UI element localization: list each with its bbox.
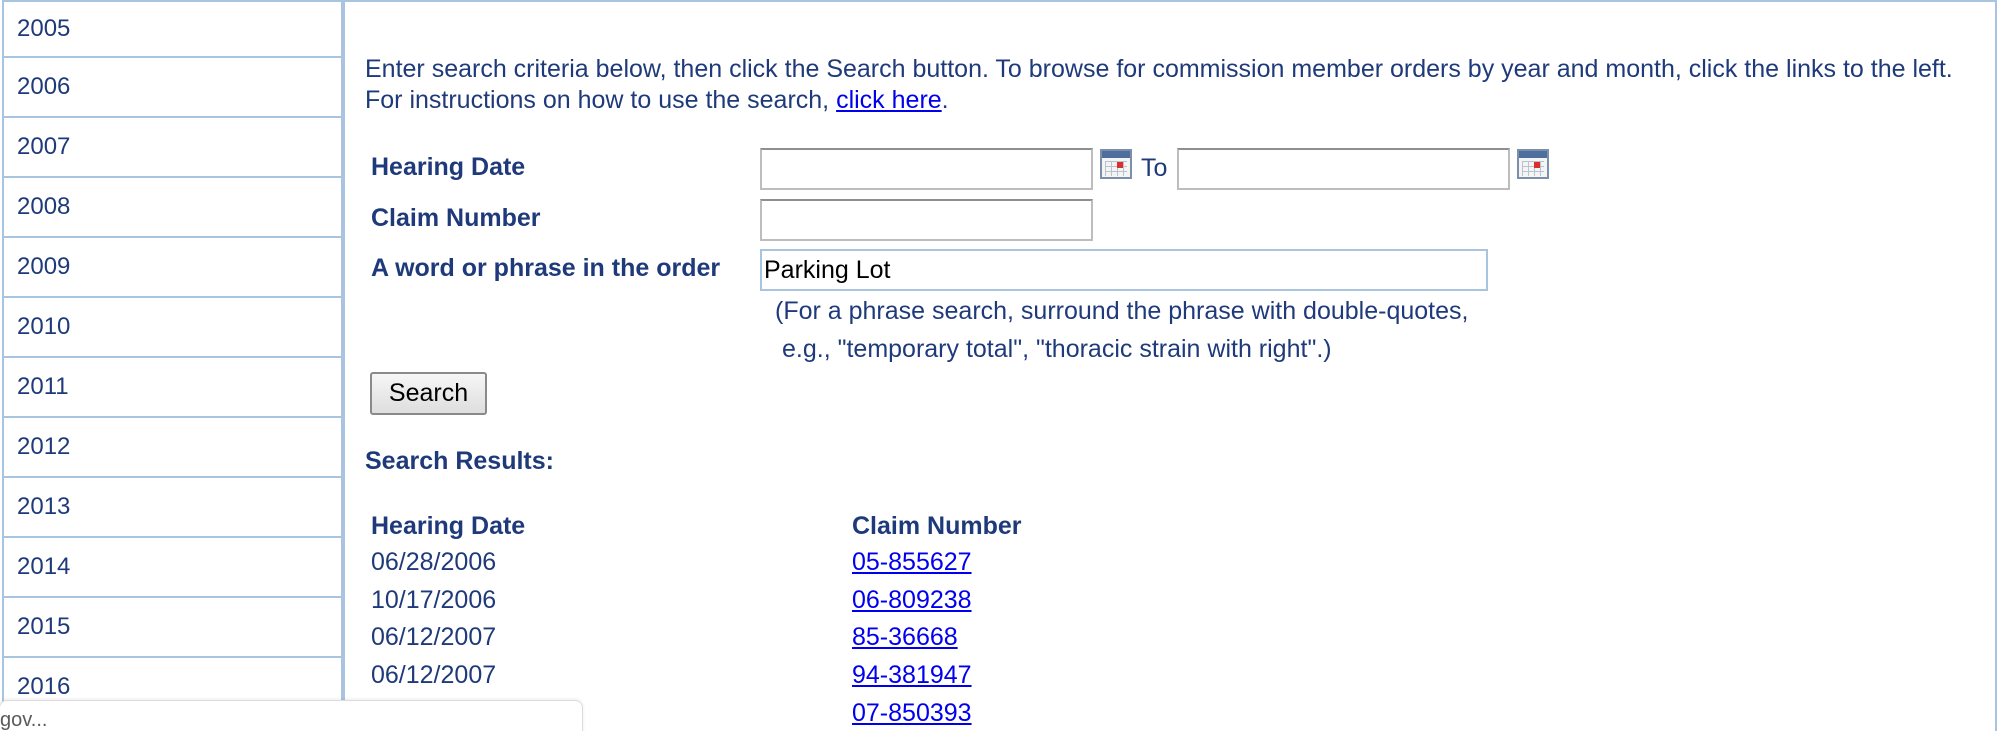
phrase-hint-line1: (For a phrase search, surround the phras… [775, 297, 1469, 325]
phrase-search-input[interactable] [760, 249, 1488, 291]
calendar-icon-header [1102, 151, 1130, 158]
search-results-title: Search Results: [365, 447, 554, 475]
sidebar-item-2006[interactable]: 2006 [2, 58, 343, 118]
calendar-icon-marker [1117, 162, 1123, 168]
result-claim-link[interactable]: 85-36668 [852, 623, 958, 652]
content-top-border [345, 0, 1997, 2]
result-hearing-date: 06/12/2007 [371, 661, 497, 689]
sidebar-item-2012[interactable]: 2012 [2, 418, 343, 478]
result-hearing-date: 06/12/2007 [371, 623, 497, 651]
calendar-icon[interactable] [1517, 149, 1549, 179]
search-button[interactable]: Search [370, 372, 487, 415]
search-instructions: Enter search criteria below, then click … [365, 54, 1965, 116]
result-claim-link[interactable]: 06-809238 [852, 586, 972, 615]
hearing-date-to-input[interactable] [1177, 148, 1510, 190]
result-hearing-date: 06/28/2006 [371, 548, 497, 576]
instructions-end: . [941, 86, 949, 114]
status-bar-text: gov... [0, 709, 48, 731]
browser-status-bar: gov... [0, 700, 583, 731]
sidebar-item-2007[interactable]: 2007 [2, 118, 343, 178]
column-header-claim-number: Claim Number [852, 512, 1022, 540]
sidebar-item-2011[interactable]: 2011 [2, 358, 343, 418]
calendar-icon-grid [1522, 161, 1544, 176]
sidebar-item-2008[interactable]: 2008 [2, 178, 343, 238]
sidebar-item-2005[interactable]: 2005 [2, 0, 343, 58]
phrase-hint-line2: e.g., "temporary total", "thoracic strai… [782, 335, 1332, 363]
result-hearing-date: 10/17/2006 [371, 586, 497, 614]
claim-number-label: Claim Number [371, 204, 541, 232]
hearing-date-label: Hearing Date [371, 153, 526, 181]
result-claim-link[interactable]: 05-855627 [852, 548, 972, 577]
to-label: To [1141, 154, 1168, 182]
result-claim-link[interactable]: 07-850393 [852, 699, 972, 728]
calendar-icon-grid [1105, 161, 1127, 176]
phrase-label: A word or phrase in the order [371, 254, 721, 282]
sidebar-item-2013[interactable]: 2013 [2, 478, 343, 538]
sidebar-item-2014[interactable]: 2014 [2, 538, 343, 598]
instructions-link[interactable]: click here [836, 86, 942, 114]
column-header-hearing-date: Hearing Date [371, 512, 526, 540]
hearing-date-from-input[interactable] [760, 148, 1093, 190]
calendar-icon-header [1519, 151, 1547, 158]
calendar-icon[interactable] [1100, 149, 1132, 179]
sidebar-item-2009[interactable]: 2009 [2, 238, 343, 298]
instructions-text: Enter search criteria below, then click … [365, 55, 1953, 114]
claim-number-input[interactable] [760, 199, 1093, 241]
result-claim-link[interactable]: 94-381947 [852, 661, 972, 690]
calendar-icon-marker [1534, 162, 1540, 168]
sidebar-item-2010[interactable]: 2010 [2, 298, 343, 358]
sidebar-item-2015[interactable]: 2015 [2, 598, 343, 658]
year-sidebar: 2005 2006 2007 2008 2009 2010 2011 2012 … [0, 0, 345, 731]
